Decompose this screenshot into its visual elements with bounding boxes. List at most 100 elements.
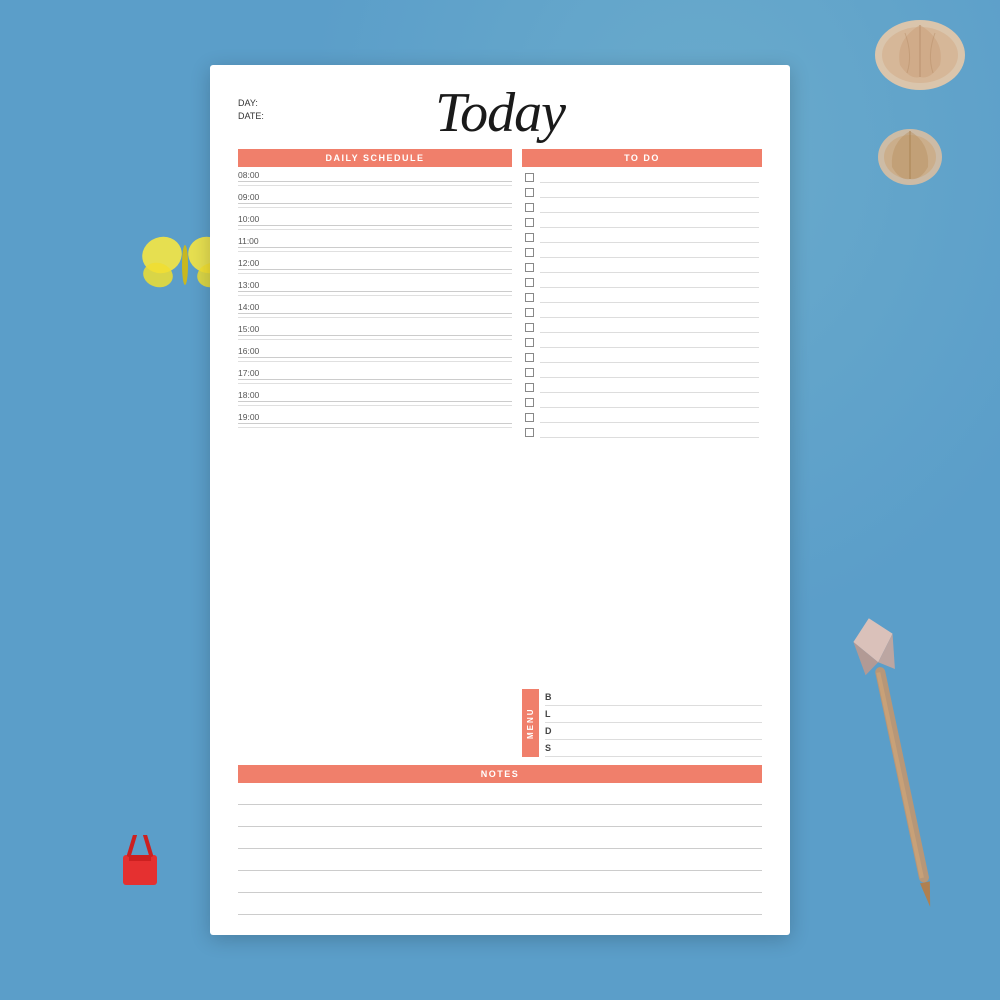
time-1900: 19:00 [238,412,512,422]
time-1800: 18:00 [238,390,512,400]
todo-item [522,395,762,409]
todo-item [522,290,762,304]
schedule-line-light [238,251,512,252]
schedule-item-1300: 13:00 [238,277,512,299]
schedule-item-1000: 10:00 [238,211,512,233]
schedule-item-1200: 12:00 [238,255,512,277]
paper-header: DAY: DATE: Today [238,90,762,141]
todo-checkbox[interactable] [525,218,534,227]
schedule-line [238,423,512,424]
todo-item [522,410,762,424]
todo-checkbox[interactable] [525,338,534,347]
schedule-item-1800: 18:00 [238,387,512,409]
todo-item [522,275,762,289]
todo-checkbox[interactable] [525,368,534,377]
schedule-line-light [238,229,512,230]
todo-checkbox[interactable] [525,428,534,437]
todo-item [522,335,762,349]
shell-top-right [865,5,975,100]
notes-line [238,893,762,915]
menu-items: B L D S [539,689,762,757]
schedule-line-light [238,361,512,362]
notes-line [238,849,762,871]
right-column: TO DO [522,149,762,757]
schedule-list: 08:00 09:00 10:00 11:00 [238,167,512,757]
todo-item [522,215,762,229]
notes-line [238,827,762,849]
todo-checkbox[interactable] [525,323,534,332]
menu-item-snack: S [545,740,762,757]
todo-item [522,380,762,394]
schedule-line [238,181,512,182]
schedule-line-light [238,405,512,406]
todo-checkbox[interactable] [525,308,534,317]
todo-item [522,170,762,184]
menu-item-line [557,697,762,698]
todo-list [522,167,762,685]
schedule-item-0800: 08:00 [238,167,512,189]
schedule-item-1500: 15:00 [238,321,512,343]
schedule-item-1700: 17:00 [238,365,512,387]
menu-letter-l: L [545,709,557,719]
pen-diamond-decoration [875,615,925,920]
schedule-line [238,401,512,402]
todo-checkbox[interactable] [525,383,534,392]
time-1700: 17:00 [238,368,512,378]
schedule-line-light [238,185,512,186]
daily-schedule-header: DAILY SCHEDULE [238,149,512,167]
schedule-item-1100: 11:00 [238,233,512,255]
time-1400: 14:00 [238,302,512,312]
menu-item-line [557,714,762,715]
todo-checkbox[interactable] [525,173,534,182]
notes-line [238,871,762,893]
schedule-line [238,313,512,314]
schedule-line-light [238,339,512,340]
todo-item [522,350,762,364]
notes-line [238,783,762,805]
todo-checkbox[interactable] [525,233,534,242]
left-column: DAILY SCHEDULE 08:00 09:00 10:00 [238,149,512,757]
schedule-line-light [238,317,512,318]
time-1100: 11:00 [238,236,512,246]
time-1600: 16:00 [238,346,512,356]
menu-label: MENU [522,689,539,757]
time-1500: 15:00 [238,324,512,334]
todo-checkbox[interactable] [525,398,534,407]
menu-letter-d: D [545,726,557,736]
time-1000: 10:00 [238,214,512,224]
todo-checkbox[interactable] [525,293,534,302]
todo-item [522,200,762,214]
todo-item [522,260,762,274]
binder-clip-decoration [115,835,165,895]
todo-item [522,245,762,259]
planner-paper: DAY: DATE: Today DAILY SCHEDULE 08:00 [210,65,790,935]
menu-item-dinner: D [545,723,762,740]
menu-letter-s: S [545,743,557,753]
todo-item [522,365,762,379]
todo-checkbox[interactable] [525,278,534,287]
menu-item-line [557,748,762,749]
menu-item-breakfast: B [545,689,762,706]
schedule-line [238,291,512,292]
day-label: DAY: [238,98,318,108]
menu-item-line [557,731,762,732]
todo-checkbox[interactable] [525,203,534,212]
todo-checkbox[interactable] [525,413,534,422]
schedule-line-light [238,383,512,384]
schedule-line [238,203,512,204]
menu-item-lunch: L [545,706,762,723]
time-1200: 12:00 [238,258,512,268]
todo-header: TO DO [522,149,762,167]
date-label: DATE: [238,111,318,121]
todo-checkbox[interactable] [525,353,534,362]
menu-letter-b: B [545,692,557,702]
schedule-item-1600: 16:00 [238,343,512,365]
header-fields: DAY: DATE: [238,98,318,124]
time-0800: 08:00 [238,170,512,180]
todo-checkbox[interactable] [525,188,534,197]
todo-checkbox[interactable] [525,248,534,257]
main-content: DAILY SCHEDULE 08:00 09:00 10:00 [238,149,762,757]
todo-checkbox[interactable] [525,263,534,272]
schedule-line-light [238,427,512,428]
notes-line [238,805,762,827]
